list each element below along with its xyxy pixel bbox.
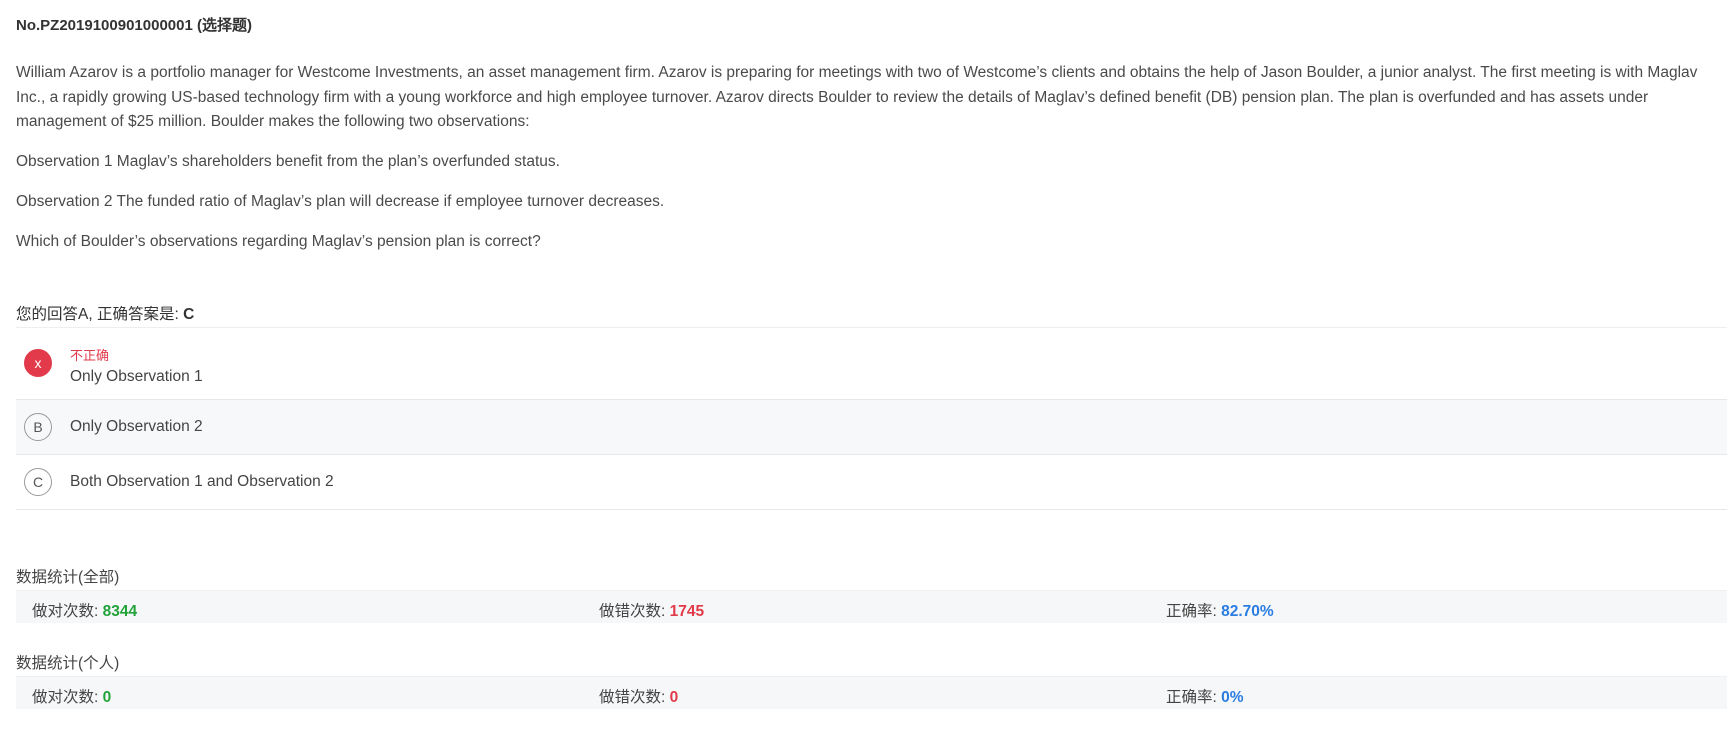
option-b[interactable]: B Only Observation 2	[16, 400, 1727, 455]
stats-all-rate-value: 82.70%	[1221, 603, 1274, 620]
stats-personal-title: 数据统计(个人)	[16, 655, 120, 672]
options-list: x 不正确 Only Observation 1 B Only Observat…	[16, 327, 1727, 510]
wrong-mark-icon: x	[24, 349, 52, 377]
stats-personal-wrong: 做错次数: 0	[599, 685, 678, 707]
stats-personal-correct-value: 0	[102, 689, 112, 706]
stats-all-wrong: 做错次数: 1745	[599, 599, 704, 621]
stats-personal-correct: 做对次数: 0	[32, 685, 111, 707]
correct-answer: C	[183, 306, 195, 323]
stats-all-wrong-label: 做错次数:	[599, 603, 670, 620]
answer-summary: 您的回答A, 正确答案是: C	[16, 302, 194, 324]
stats-all-rate-label: 正确率:	[1166, 603, 1222, 620]
stats-all-correct-label: 做对次数:	[32, 603, 103, 620]
stats-personal-rate-label: 正确率:	[1166, 689, 1222, 706]
option-c[interactable]: C Both Observation 1 and Observation 2	[16, 455, 1727, 510]
stats-all-correct: 做对次数: 8344	[32, 599, 137, 621]
answer-prefix: 您的回答A, 正确答案是:	[16, 306, 184, 323]
option-b-text: Only Observation 2	[70, 418, 203, 435]
stem-paragraph: William Azarov is a portfolio manager fo…	[16, 64, 1698, 130]
stem-observation-1: Observation 1 Maglav’s shareholders bene…	[16, 153, 560, 170]
stats-personal-correct-label: 做对次数:	[32, 689, 103, 706]
stem-observation-2: Observation 2 The funded ratio of Maglav…	[16, 193, 665, 210]
stats-personal-wrong-value: 0	[669, 689, 679, 706]
option-c-text: Both Observation 1 and Observation 2	[70, 473, 334, 490]
question-id: No.PZ2019100901000001 (选择题)	[16, 17, 252, 34]
option-a-text: Only Observation 1	[70, 368, 203, 385]
option-c-badge: C	[24, 468, 52, 496]
stem-question: Which of Boulder’s observations regardin…	[16, 233, 541, 250]
stats-personal-rate: 正确率: 0%	[1166, 685, 1244, 707]
stats-personal-row: 做对次数: 0 做错次数: 0 正确率: 0%	[16, 676, 1727, 709]
option-a[interactable]: x 不正确 Only Observation 1	[16, 328, 1727, 400]
incorrect-tag: 不正确	[70, 348, 110, 363]
stats-all-correct-value: 8344	[102, 603, 138, 620]
question-stem: William Azarov is a portfolio manager fo…	[16, 61, 1727, 270]
stats-all-row: 做对次数: 8344 做错次数: 1745 正确率: 82.70%	[16, 590, 1727, 623]
stats-all-title: 数据统计(全部)	[16, 569, 120, 586]
stats-personal-rate-value: 0%	[1221, 689, 1244, 706]
stats-all-wrong-value: 1745	[669, 603, 705, 620]
stats-all-rate: 正确率: 82.70%	[1166, 599, 1274, 621]
stats-personal-wrong-label: 做错次数:	[599, 689, 670, 706]
option-b-badge: B	[24, 413, 52, 441]
